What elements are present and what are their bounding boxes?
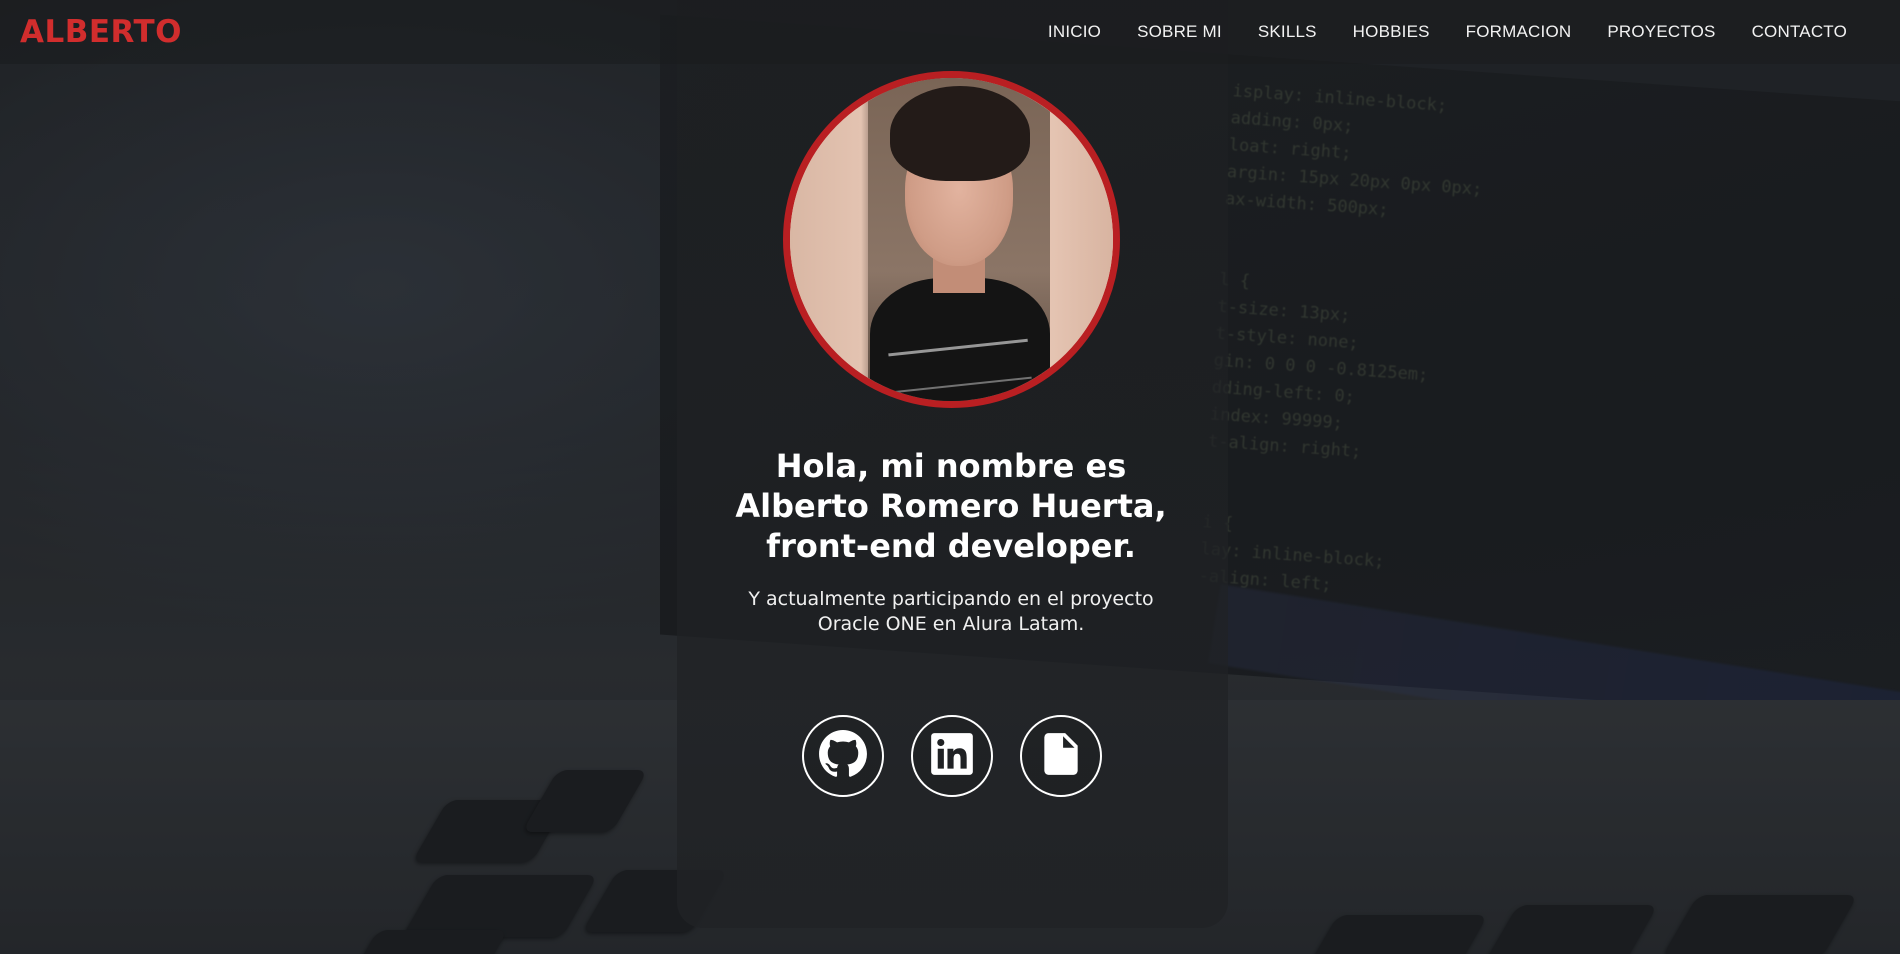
- github-icon: [818, 729, 868, 783]
- nav-link-proyectos[interactable]: PROYECTOS: [1589, 22, 1733, 42]
- nav-link-formacion[interactable]: FORMACION: [1448, 22, 1590, 42]
- main-nav: INICIO SOBRE MI SKILLS HOBBIES FORMACION…: [1030, 22, 1865, 42]
- social-links: [802, 715, 1102, 799]
- site-header: ALBERTO INICIO SOBRE MI SKILLS HOBBIES F…: [0, 0, 1900, 64]
- hero-title: Hola, mi nombre es Alberto Romero Huerta…: [735, 447, 1167, 565]
- resume-button[interactable]: [1020, 715, 1102, 797]
- nav-link-inicio[interactable]: INICIO: [1030, 22, 1119, 42]
- nav-link-contacto[interactable]: CONTACTO: [1734, 22, 1865, 42]
- hero-subtitle: Y actualmente participando en el proyect…: [748, 588, 1154, 635]
- profile-photo: [783, 71, 1120, 408]
- linkedin-button[interactable]: [911, 715, 993, 797]
- linkedin-icon: [927, 729, 977, 783]
- nav-link-skills[interactable]: SKILLS: [1240, 22, 1335, 42]
- nav-link-hobbies[interactable]: HOBBIES: [1335, 22, 1448, 42]
- site-logo[interactable]: ALBERTO: [20, 14, 182, 50]
- document-icon: [1036, 729, 1086, 783]
- nav-link-sobre-mi[interactable]: SOBRE MI: [1119, 22, 1240, 42]
- github-button[interactable]: [802, 715, 884, 797]
